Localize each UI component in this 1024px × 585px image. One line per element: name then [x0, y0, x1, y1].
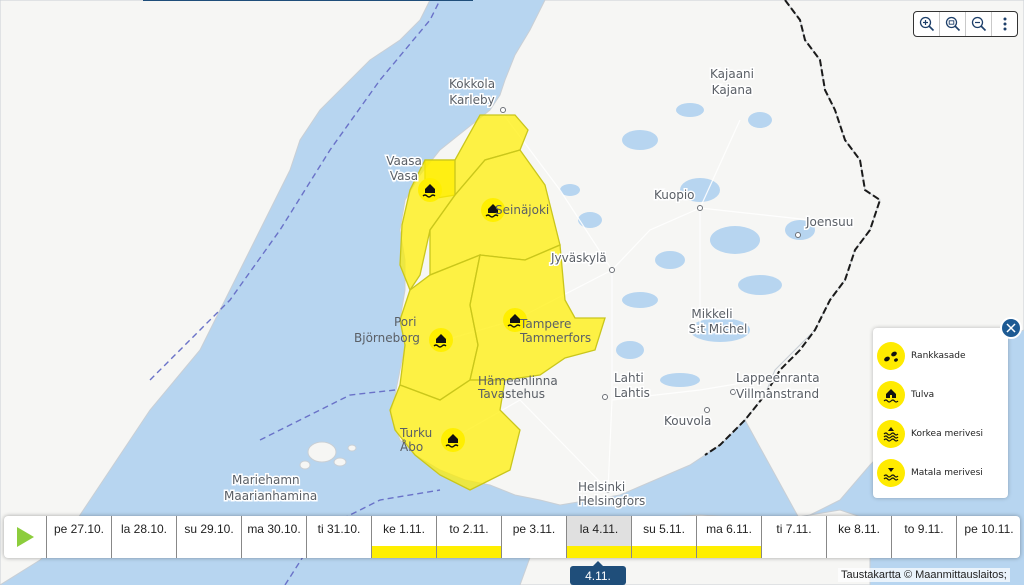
timeline-day-label: la 28.10. — [120, 522, 168, 536]
selected-date-tooltip: 4.11. — [570, 561, 626, 585]
close-icon — [1006, 323, 1016, 333]
timeline-warning-bar — [372, 546, 436, 558]
timeline-day-label: to 2.11. — [449, 522, 489, 536]
city-label-vaasa: Vaasa Vasa — [386, 154, 422, 183]
timeline-day-label: ma 6.11. — [706, 522, 752, 536]
timeline-warning-bar — [957, 546, 1020, 558]
map-attribution: Taustakartta © Maanmittauslaitos; — [838, 568, 1010, 582]
legend-panel: Rankkasade Tulva Korkea merivesi Matala … — [873, 328, 1008, 498]
legend-item: Matala merivesi — [877, 453, 1008, 492]
timeline-day-label: pe 3.11. — [512, 522, 556, 536]
timeline-day[interactable]: la 4.11. — [566, 516, 631, 558]
timeline-warning-bar — [437, 546, 501, 558]
timeline-days: pe 27.10. la 28.10. su 29.10. ma 30.10. ti 3… — [46, 516, 1020, 558]
high-sea-level-icon — [877, 419, 905, 448]
timeline-day[interactable]: ti 31.10. — [306, 516, 371, 558]
timeline-warning-bar — [632, 546, 696, 558]
legend-label: Tulva — [911, 389, 935, 400]
play-icon — [17, 527, 34, 547]
flood-icon — [877, 380, 905, 409]
city-label-jyvaskyla: Jyväskylä — [550, 251, 607, 265]
low-sea-level-icon — [877, 458, 905, 487]
timeline-day[interactable]: pe 10.11. — [956, 516, 1020, 558]
zoom-out-button[interactable] — [966, 12, 992, 36]
timeline-warning-bar — [307, 546, 371, 558]
more-options-button[interactable] — [992, 12, 1017, 36]
legend-label: Korkea merivesi — [911, 428, 984, 439]
zoom-in-button[interactable] — [914, 12, 940, 36]
legend-item: Korkea merivesi — [877, 414, 1008, 453]
city-label-kouvola: Kouvola — [664, 414, 711, 428]
timeline-day[interactable]: su 29.10. — [176, 516, 241, 558]
city-label-seinajoki: Seinäjoki — [495, 203, 549, 217]
timeline-day-label: to 9.11. — [904, 522, 944, 536]
timeline-warning-bar — [892, 546, 956, 558]
timeline-day[interactable]: ke 8.11. — [826, 516, 891, 558]
zoom-reset-button[interactable] — [940, 12, 966, 36]
timeline-warning-bar — [242, 546, 306, 558]
timeline-day-label: ti 7.11. — [776, 522, 812, 536]
flood-marker — [429, 328, 453, 352]
timeline-day[interactable]: ti 7.11. — [761, 516, 826, 558]
timeline-warning-bar — [502, 546, 566, 558]
timeline-day-label: su 29.10. — [184, 522, 234, 536]
map[interactable]: Kokkola Karleby Kajaani Kajana Vaasa Vasa S… — [0, 0, 1024, 585]
timeline-day[interactable]: pe 3.11. — [501, 516, 566, 558]
play-button[interactable] — [4, 516, 46, 558]
timeline-day[interactable]: pe 27.10. — [46, 516, 111, 558]
timeline-day-label: pe 27.10. — [53, 522, 105, 536]
timeline-warning-bar — [47, 546, 111, 558]
legend-item: Rankkasade — [877, 336, 1008, 375]
zoom-reset-icon — [945, 16, 960, 32]
timeline-day[interactable]: to 9.11. — [891, 516, 956, 558]
timeline-warning-bar — [762, 546, 826, 558]
timeline-day[interactable]: su 5.11. — [631, 516, 696, 558]
timeline-day[interactable]: ma 6.11. — [696, 516, 761, 558]
legend-close-button[interactable] — [1000, 317, 1022, 339]
timeline-day-label: su 5.11. — [643, 522, 685, 536]
timeline-day-label: la 4.11. — [579, 522, 619, 536]
timeline-day-label: pe 10.11. — [964, 522, 1014, 536]
timeline: pe 27.10. la 28.10. su 29.10. ma 30.10. ti 3… — [4, 516, 1020, 558]
zoom-controls — [913, 11, 1018, 37]
flood-marker — [418, 178, 442, 202]
timeline-warning-bar — [112, 546, 176, 558]
timeline-warning-bar — [567, 546, 631, 558]
more-vertical-icon — [1003, 17, 1006, 31]
timeline-day[interactable]: ma 30.10. — [241, 516, 306, 558]
timeline-day[interactable]: to 2.11. — [436, 516, 501, 558]
timeline-day[interactable]: la 28.10. — [111, 516, 176, 558]
timeline-warning-bar — [827, 546, 891, 558]
legend-item: Tulva — [877, 375, 1008, 414]
timeline-day-label: ti 31.10. — [317, 522, 361, 536]
zoom-in-icon — [919, 16, 934, 32]
timeline-warning-bar — [697, 546, 761, 558]
city-label-kuopio: Kuopio — [654, 188, 695, 202]
timeline-day-label: ma 30.10. — [247, 522, 301, 536]
zoom-out-icon — [971, 16, 986, 32]
flood-marker — [441, 428, 465, 452]
timeline-day-label: ke 1.11. — [383, 522, 425, 536]
city-label-joensuu: Joensuu — [805, 215, 853, 229]
top-edge-line — [143, 0, 473, 1]
legend-label: Rankkasade — [911, 350, 966, 361]
heavy-rain-icon — [877, 341, 905, 370]
timeline-day[interactable]: ke 1.11. — [371, 516, 436, 558]
timeline-day-label: ke 8.11. — [838, 522, 880, 536]
legend-label: Matala merivesi — [911, 467, 983, 478]
timeline-warning-bar — [177, 546, 241, 558]
